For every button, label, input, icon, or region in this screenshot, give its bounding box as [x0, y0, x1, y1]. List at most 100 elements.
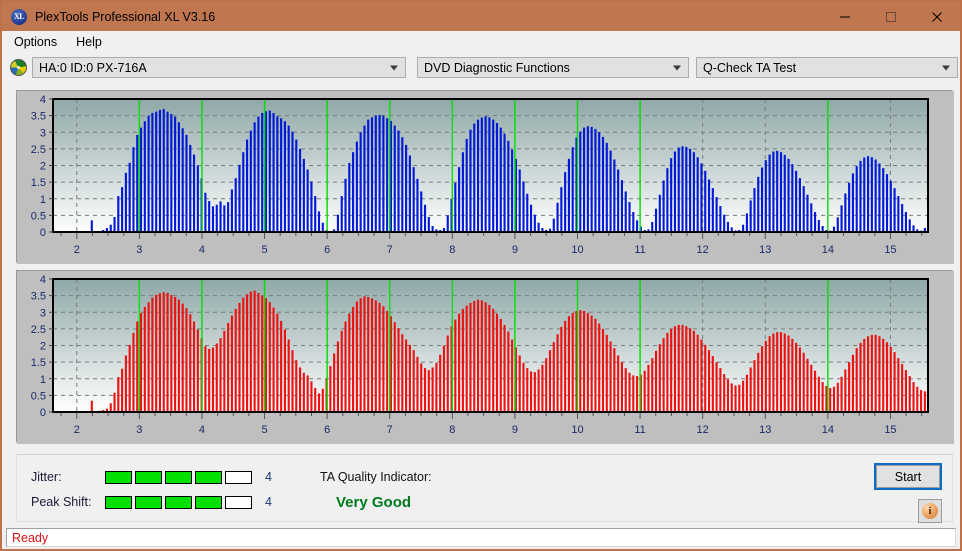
svg-text:7: 7	[387, 244, 393, 256]
svg-text:1.5: 1.5	[31, 357, 46, 369]
ta-quality-value: Very Good	[336, 494, 412, 511]
svg-text:1: 1	[40, 374, 46, 386]
jitter-value: 4	[265, 470, 272, 484]
segment	[165, 495, 192, 509]
function-select[interactable]: DVD Diagnostic Functions	[417, 57, 689, 78]
segment	[225, 470, 252, 484]
svg-text:14: 14	[822, 424, 834, 436]
svg-text:3: 3	[136, 424, 142, 436]
jitter-chart-panel: 0 0.5 1 1.5 2 2.5 3 3.5 4 2 3 4 5 6 7 8 9 10 11 12 13 14 15	[16, 90, 954, 264]
svg-text:3: 3	[136, 244, 142, 256]
menu-item-help[interactable]: Help	[71, 33, 110, 51]
svg-text:3.5: 3.5	[31, 291, 46, 303]
svg-text:14: 14	[822, 244, 834, 256]
ta-quality-label: TA Quality Indicator:	[320, 470, 432, 484]
svg-text:6: 6	[324, 244, 330, 256]
start-button-label: Start	[894, 469, 922, 484]
svg-text:13: 13	[759, 244, 771, 256]
window-title: PlexTools Professional XL V3.16	[35, 9, 216, 24]
svg-text:2: 2	[40, 161, 46, 173]
jitter-label: Jitter:	[31, 470, 62, 484]
segment	[195, 495, 222, 509]
menu-bar: Options Help	[2, 31, 960, 53]
svg-text:10: 10	[571, 424, 583, 436]
svg-text:5: 5	[261, 244, 267, 256]
ta-quality-block: TA Quality Indicator: Very Good	[320, 470, 432, 511]
svg-text:4: 4	[199, 244, 205, 256]
svg-text:0.5: 0.5	[31, 210, 46, 222]
menu-item-options[interactable]: Options	[9, 33, 65, 51]
segment	[105, 470, 132, 484]
title-bar: XL PlexTools Professional XL V3.16	[2, 2, 960, 31]
svg-text:6: 6	[324, 424, 330, 436]
application-window: XL PlexTools Professional XL V3.16 Optio…	[0, 0, 962, 551]
svg-text:9: 9	[512, 244, 518, 256]
peak-shift-segment-bar	[105, 495, 252, 509]
chevron-down-icon	[942, 65, 950, 70]
svg-text:0: 0	[40, 407, 46, 419]
minimize-button[interactable]	[822, 2, 868, 31]
svg-text:1: 1	[40, 194, 46, 206]
svg-text:5: 5	[261, 424, 267, 436]
chevron-down-icon	[673, 65, 681, 70]
segment	[135, 495, 162, 509]
optical-disc-icon	[10, 59, 27, 76]
info-button[interactable]: i	[918, 499, 942, 523]
svg-text:0: 0	[40, 227, 46, 239]
peak-shift-label: Peak Shift:	[31, 495, 92, 509]
test-select[interactable]: Q-Check TA Test	[696, 57, 958, 78]
start-button[interactable]: Start	[874, 463, 942, 490]
svg-text:0.5: 0.5	[31, 390, 46, 402]
drive-select[interactable]: HA:0 ID:0 PX-716A	[32, 57, 406, 78]
svg-text:12: 12	[697, 424, 709, 436]
svg-text:2: 2	[40, 341, 46, 353]
peak-shift-chart: 0 0.5 1 1.5 2 2.5 3 3.5 4 2 3 4 5 6 7 8 9 10 11 12 13 14 15	[17, 271, 954, 444]
chevron-down-icon	[390, 65, 398, 70]
function-select-value: DVD Diagnostic Functions	[424, 60, 570, 75]
svg-text:3: 3	[40, 127, 46, 139]
svg-text:2: 2	[74, 244, 80, 256]
svg-text:11: 11	[634, 424, 645, 436]
svg-text:8: 8	[449, 244, 455, 256]
svg-text:15: 15	[884, 424, 896, 436]
status-text: Ready	[6, 528, 956, 547]
segment	[165, 470, 192, 484]
window-controls	[822, 2, 960, 31]
svg-text:8: 8	[449, 424, 455, 436]
svg-text:7: 7	[387, 424, 393, 436]
svg-text:2.5: 2.5	[31, 144, 46, 156]
close-button[interactable]	[914, 2, 960, 31]
jitter-chart: 0 0.5 1 1.5 2 2.5 3 3.5 4 2 3 4 5 6 7 8 9 10 11 12 13 14 15	[17, 91, 954, 264]
svg-text:10: 10	[571, 244, 583, 256]
toolbar: HA:0 ID:0 PX-716A DVD Diagnostic Functio…	[2, 53, 960, 82]
plextools-xl-icon: XL	[11, 8, 27, 25]
svg-text:13: 13	[759, 424, 771, 436]
svg-text:15: 15	[884, 244, 896, 256]
svg-text:2.5: 2.5	[31, 324, 46, 336]
drive-select-value: HA:0 ID:0 PX-716A	[39, 60, 147, 75]
peak-shift-indicator-row: Peak Shift: 4	[31, 495, 272, 509]
jitter-segment-bar	[105, 470, 252, 484]
status-bar: Ready	[4, 526, 958, 549]
test-select-value: Q-Check TA Test	[703, 60, 797, 75]
svg-text:4: 4	[199, 424, 205, 436]
svg-text:4: 4	[40, 94, 46, 106]
peak-shift-chart-panel: 0 0.5 1 1.5 2 2.5 3 3.5 4 2 3 4 5 6 7 8 9 10 11 12 13 14 15	[16, 270, 954, 444]
jitter-indicator-row: Jitter: 4	[31, 470, 272, 484]
info-icon: i	[922, 503, 938, 519]
maximize-button[interactable]	[868, 2, 914, 31]
svg-text:9: 9	[512, 424, 518, 436]
segment	[105, 495, 132, 509]
svg-text:3: 3	[40, 307, 46, 319]
peak-shift-value: 4	[265, 495, 272, 509]
svg-text:2: 2	[74, 424, 80, 436]
segment	[195, 470, 222, 484]
segment	[135, 470, 162, 484]
segment	[225, 495, 252, 509]
svg-text:11: 11	[634, 244, 645, 256]
svg-text:1.5: 1.5	[31, 177, 46, 189]
svg-text:3.5: 3.5	[31, 111, 46, 123]
svg-text:4: 4	[40, 274, 46, 286]
results-panel: Jitter: 4 Peak Shift: 4 TA Quality Indic…	[16, 454, 953, 523]
svg-text:12: 12	[697, 244, 709, 256]
